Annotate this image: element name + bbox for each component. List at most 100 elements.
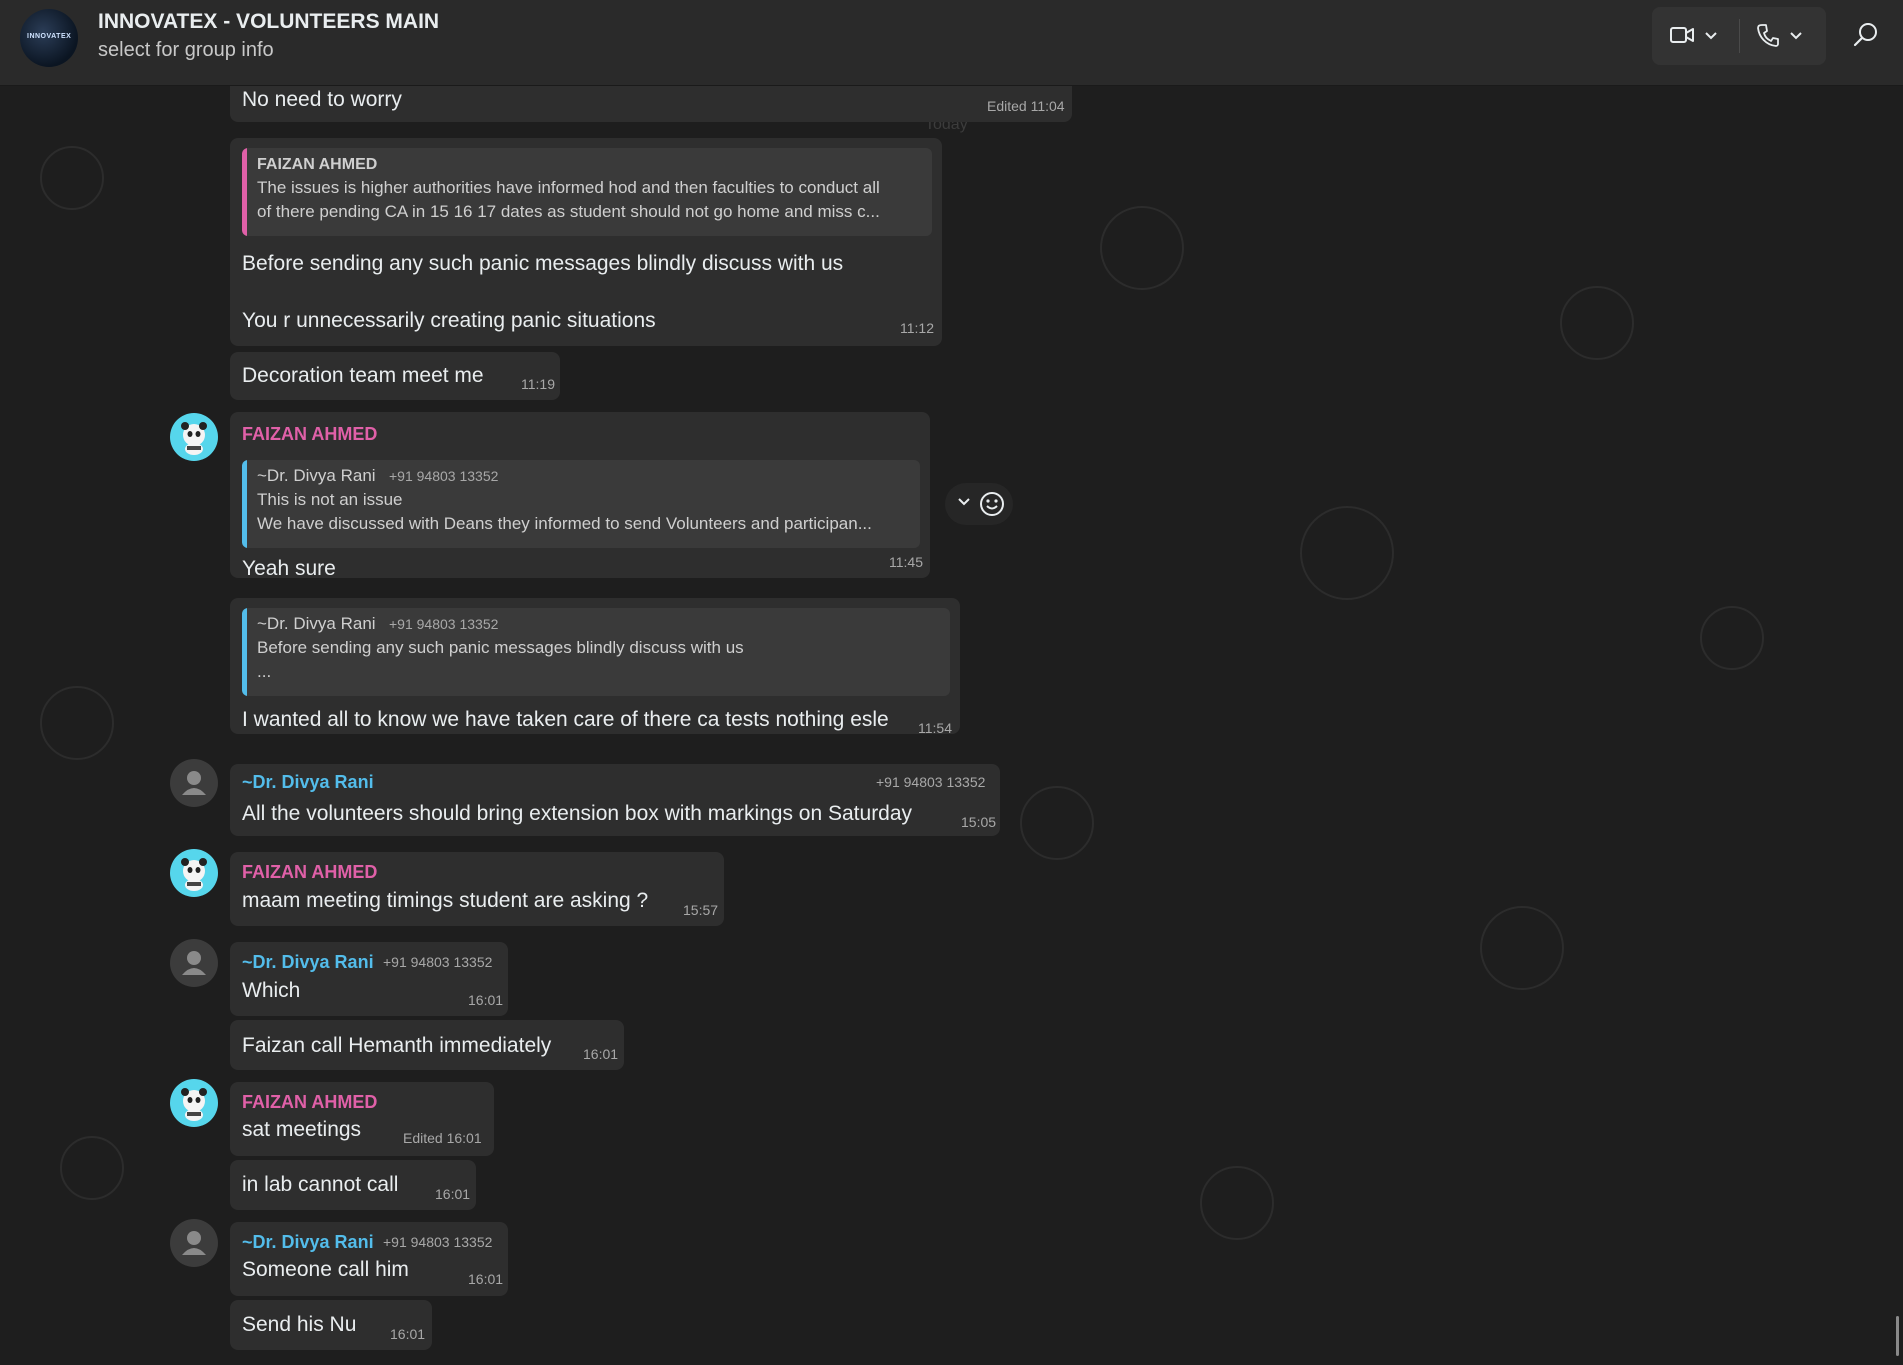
wallpaper-doodle <box>1200 1166 1274 1240</box>
sender-avatar[interactable] <box>170 413 218 461</box>
message-time: 16:01 <box>468 992 504 1008</box>
message-time: 15:05 <box>961 814 997 830</box>
message-text: Which <box>242 979 301 1002</box>
sender-name[interactable]: FAIZAN AHMED <box>242 862 377 883</box>
message-text: in lab cannot call <box>242 1173 399 1196</box>
sender-name[interactable]: ~Dr. Divya Rani <box>242 772 374 793</box>
group-subtitle[interactable]: select for group info <box>98 39 274 62</box>
message-bubble[interactable]: FAIZAN AHMED ~Dr. Divya Rani +91 94803 1… <box>230 412 930 580</box>
message-time: 11:19 <box>521 376 555 392</box>
group-avatar[interactable]: INNOVATEX <box>20 9 78 67</box>
quote-sender: FAIZAN AHMED <box>257 156 378 173</box>
quote-bar <box>242 608 247 696</box>
default-person-icon <box>182 951 206 975</box>
message-time: 11:54 <box>918 720 952 736</box>
message-bubble[interactable]: ~Dr. Divya Rani +91 94803 13352 All the … <box>230 764 1000 836</box>
wallpaper-doodle <box>1700 606 1764 670</box>
message-time: Edited 11:04 <box>987 98 1065 114</box>
message-time: 16:01 <box>468 1271 504 1287</box>
message-text: All the volunteers should bring extensio… <box>242 802 913 825</box>
default-person-icon <box>182 1231 206 1255</box>
sender-avatar[interactable] <box>170 759 218 807</box>
smiley-icon[interactable] <box>979 491 1005 517</box>
message-bubble[interactable]: ~Dr. Divya Rani +91 94803 13352 Someone … <box>230 1222 508 1296</box>
default-person-icon <box>182 771 206 795</box>
message-bubble[interactable]: FAIZAN AHMED The issues is higher author… <box>230 138 942 346</box>
message-bubble[interactable]: Faizan call Hemanth immediately 16:01 <box>230 1020 624 1070</box>
message-time: 16:01 <box>390 1326 426 1342</box>
message-text: You r unnecessarily creating panic situa… <box>242 309 656 332</box>
message-bubble[interactable]: in lab cannot call 16:01 <box>230 1160 476 1210</box>
sender-phone: +91 94803 13352 <box>383 1234 493 1250</box>
message-text: Faizan call Hemanth immediately <box>242 1034 552 1057</box>
message-text: Before sending any such panic messages b… <box>242 252 844 275</box>
sender-name[interactable]: FAIZAN AHMED <box>242 1092 377 1113</box>
message-bubble[interactable]: No need to worry Edited 11:04 <box>230 86 1072 122</box>
message-bubble[interactable]: FAIZAN AHMED maam meeting timings studen… <box>230 852 724 926</box>
quoted-message[interactable]: ~Dr. Divya Rani +91 94803 13352 This is … <box>242 460 920 548</box>
sender-avatar[interactable] <box>170 1079 218 1127</box>
message-text: I wanted all to know we have taken care … <box>242 708 889 731</box>
message-list[interactable]: Today No need to worry Edited 11:04 FAIZ… <box>0 86 1903 1365</box>
quote-sender: ~Dr. Divya Rani <box>257 466 376 485</box>
message-text: No need to worry <box>242 88 402 111</box>
message-text: Yeah sure <box>242 557 336 580</box>
message-bubble[interactable]: ~Dr. Divya Rani +91 94803 13352 Before s… <box>230 598 960 736</box>
quote-text: This is not an issue <box>257 490 403 509</box>
message-text: Decoration team meet me <box>242 364 484 387</box>
group-name[interactable]: INNOVATEX - VOLUNTEERS MAIN <box>98 10 439 34</box>
message-time: 11:45 <box>889 554 923 570</box>
message-text: Send his Nu <box>242 1313 357 1336</box>
divider <box>1739 19 1740 53</box>
wallpaper-doodle <box>40 146 104 210</box>
sender-name[interactable]: ~Dr. Divya Rani <box>242 952 374 973</box>
panda-avatar-icon <box>181 858 207 891</box>
call-controls <box>1652 7 1826 65</box>
scrollbar-thumb[interactable] <box>1896 1316 1899 1356</box>
quote-text: Before sending any such panic messages b… <box>257 638 744 657</box>
wallpaper-doodle <box>1100 206 1184 290</box>
message-time: 15:57 <box>683 902 719 918</box>
wallpaper-doodle <box>60 1136 124 1200</box>
quote-bar <box>242 460 247 548</box>
video-chevron-down-icon[interactable] <box>1704 31 1718 41</box>
message-time: 16:01 <box>435 1186 471 1202</box>
sender-phone: +91 94803 13352 <box>876 774 986 790</box>
sender-avatar[interactable] <box>170 1219 218 1267</box>
wallpaper-doodle <box>1300 506 1394 600</box>
message-bubble[interactable]: Send his Nu 16:01 <box>230 1300 432 1350</box>
message-text: sat meetings <box>242 1118 362 1141</box>
chevron-down-icon[interactable] <box>957 497 971 507</box>
message-text: Someone call him <box>242 1258 409 1281</box>
sender-avatar[interactable] <box>170 939 218 987</box>
message-text: maam meeting timings student are asking … <box>242 889 649 912</box>
sender-phone: +91 94803 13352 <box>383 954 493 970</box>
message-time: 11:12 <box>900 320 934 336</box>
message-bubble[interactable]: Decoration team meet me 11:19 <box>230 352 560 400</box>
quoted-message[interactable]: ~Dr. Divya Rani +91 94803 13352 Before s… <box>242 608 950 696</box>
quote-text: of there pending CA in 15 16 17 dates as… <box>257 202 880 221</box>
quote-text: The issues is higher authorities have in… <box>257 178 880 197</box>
message-bubble[interactable]: ~Dr. Divya Rani +91 94803 13352 Which 16… <box>230 942 508 1016</box>
phone-chevron-down-icon[interactable] <box>1789 31 1803 41</box>
quoted-message[interactable]: FAIZAN AHMED The issues is higher author… <box>242 148 932 236</box>
phone-icon[interactable] <box>1757 23 1779 47</box>
search-icon[interactable] <box>1848 18 1882 52</box>
message-time: Edited 16:01 <box>403 1130 482 1146</box>
chat-header[interactable]: INNOVATEX INNOVATEX - VOLUNTEERS MAIN se… <box>0 0 1903 86</box>
video-camera-icon[interactable] <box>1670 25 1694 45</box>
quote-phone: +91 94803 13352 <box>389 616 499 632</box>
wallpaper-doodle <box>1020 786 1094 860</box>
message-bubble[interactable]: FAIZAN AHMED sat meetings Edited 16:01 <box>230 1082 494 1156</box>
sender-name[interactable]: ~Dr. Divya Rani <box>242 1232 374 1253</box>
quote-bar <box>242 148 247 236</box>
sender-name[interactable]: FAIZAN AHMED <box>242 424 377 445</box>
quote-text: ... <box>257 662 272 681</box>
wallpaper-doodle <box>40 686 114 760</box>
quote-text: We have discussed with Deans they inform… <box>257 514 872 533</box>
panda-avatar-icon <box>181 1088 207 1121</box>
quote-phone: +91 94803 13352 <box>389 468 499 484</box>
sender-avatar[interactable] <box>170 849 218 897</box>
wallpaper-doodle <box>1480 906 1564 990</box>
message-actions <box>945 483 1013 525</box>
